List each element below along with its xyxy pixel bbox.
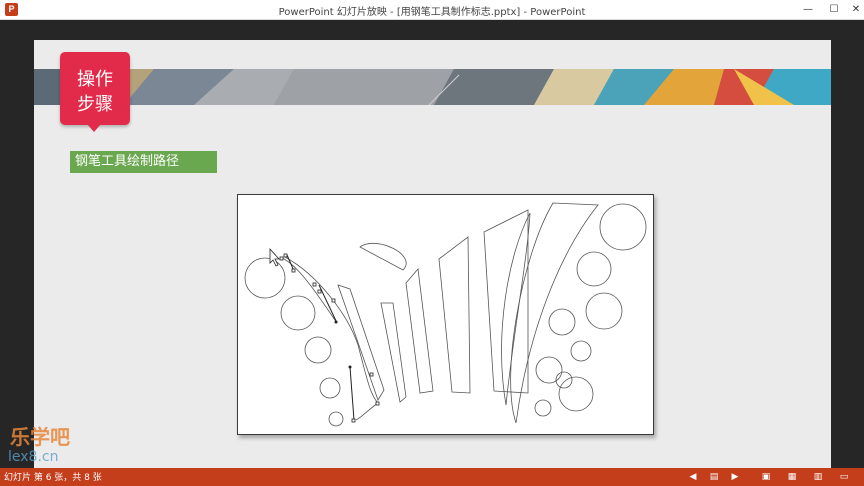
right-circle [599, 203, 647, 251]
watermark-logo: 乐学吧 [10, 425, 70, 449]
previous-icon[interactable]: ◀ [687, 471, 699, 483]
next-icon[interactable]: ▶ [729, 471, 741, 483]
right-circle [534, 399, 552, 417]
bezier-handle [318, 284, 338, 324]
fan-blade [510, 202, 599, 424]
step-tag: 操作 步骤 [60, 52, 130, 125]
left-circle [280, 295, 316, 331]
pen-path [284, 256, 379, 421]
fan-blade [483, 209, 529, 394]
right-circle [570, 340, 592, 362]
mouse-cursor-icon [269, 247, 280, 267]
handle-dot [348, 365, 352, 369]
right-circle [548, 308, 576, 336]
watermark-url: lex8.cn [8, 449, 59, 465]
fan-blade [380, 302, 407, 403]
reading-view-icon[interactable]: ▥ [812, 471, 824, 483]
right-circle [555, 371, 573, 389]
normal-view-icon[interactable]: ▣ [760, 471, 772, 483]
fan-blade [405, 268, 434, 394]
handle-dot [334, 320, 338, 324]
window-title: PowerPoint 幻灯片放映 - [用钢笔工具制作标志.pptx] - Po… [278, 7, 586, 18]
fan-blade [359, 242, 407, 271]
section-label: 钢笔工具绘制路径 [70, 151, 217, 173]
tag-line-1: 操作 [77, 69, 113, 90]
maximize-icon[interactable]: ☐ [826, 2, 842, 18]
close-icon[interactable]: ✕ [848, 2, 864, 18]
fan-blade [438, 236, 471, 394]
slide[interactable]: 操作 步骤 钢笔工具绘制路径 [34, 40, 831, 486]
status-bar: 幻灯片 第 6 张，共 8 张 ◀ ▤ ▶ ▣ ▦ ▥ ▭ [0, 468, 864, 486]
slide-sorter-icon[interactable]: ▦ [786, 471, 798, 483]
slide-menu-icon[interactable]: ▤ [708, 471, 720, 483]
decorative-banner [34, 69, 831, 105]
fan-blade [337, 284, 385, 401]
pen-path [281, 257, 338, 324]
slide-counter: 幻灯片 第 6 张，共 8 张 [4, 473, 102, 483]
tag-line-2: 步骤 [77, 94, 113, 115]
left-circle [319, 377, 341, 399]
right-circle [585, 292, 623, 330]
slideshow-icon[interactable]: ▭ [838, 471, 850, 483]
left-circle [328, 411, 344, 427]
right-circle [558, 376, 594, 412]
left-circle [304, 336, 332, 364]
logo-path-drawing [244, 202, 647, 427]
bezier-handle [349, 366, 355, 421]
fan-blade [501, 212, 531, 406]
minimize-icon[interactable]: — [800, 2, 816, 18]
right-circle [535, 356, 563, 384]
left-circle [244, 257, 286, 299]
slideshow-stage[interactable]: 操作 步骤 钢笔工具绘制路径 [0, 20, 864, 486]
drawing-canvas[interactable] [237, 194, 654, 435]
title-bar: P PowerPoint 幻灯片放映 - [用钢笔工具制作标志.pptx] - … [0, 0, 864, 20]
right-circle [576, 251, 612, 287]
tag-pointer [87, 124, 101, 132]
anchor-points [279, 253, 380, 423]
